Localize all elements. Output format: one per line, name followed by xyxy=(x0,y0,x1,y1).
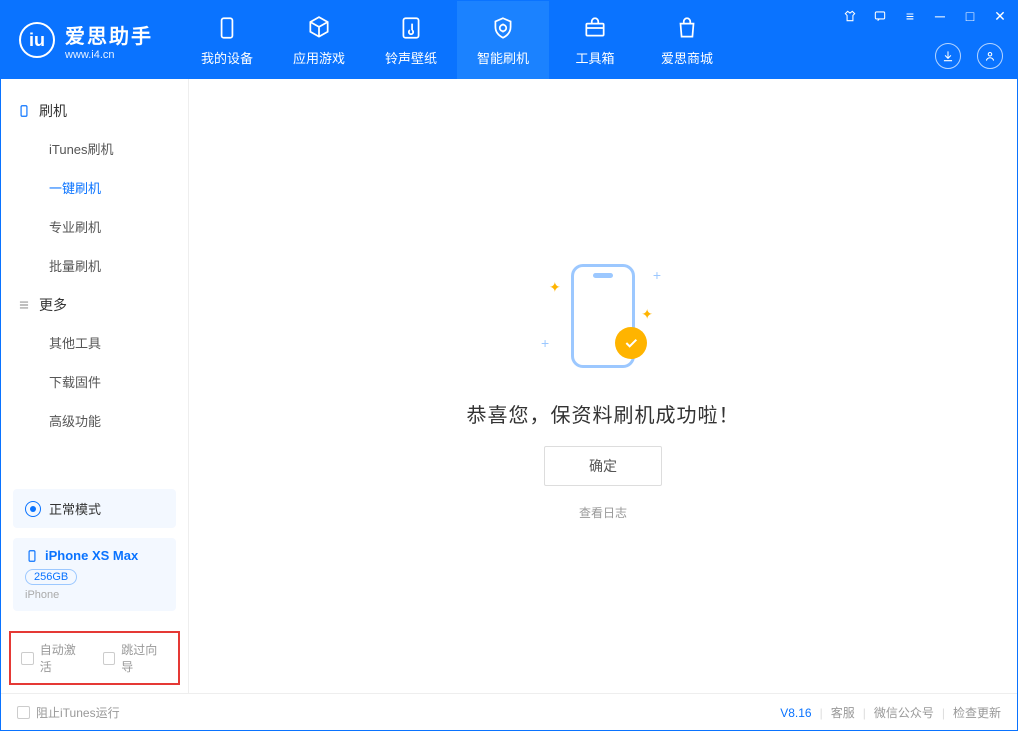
sparkle-icon: + xyxy=(541,335,549,351)
device-icon xyxy=(17,104,31,118)
sidebar-item-advanced[interactable]: 高级功能 xyxy=(1,401,188,440)
window-controls: ≡ ─ □ ✕ xyxy=(841,7,1009,25)
checkbox-skip-guide[interactable]: 跳过向导 xyxy=(103,641,169,675)
sidebar: 刷机 iTunes刷机 一键刷机 专业刷机 批量刷机 更多 其他工具 下载固件 … xyxy=(1,79,189,693)
sidebar-item-download-firmware[interactable]: 下载固件 xyxy=(1,362,188,401)
feedback-icon[interactable] xyxy=(871,7,889,25)
phone-small-icon xyxy=(25,549,39,563)
customer-service-link[interactable]: 客服 xyxy=(831,704,855,721)
checkbox-highlight-row: 自动激活 跳过向导 xyxy=(9,631,180,685)
toolbox-icon xyxy=(581,14,609,42)
cube-icon xyxy=(305,14,333,42)
tab-store[interactable]: 爱思商城 xyxy=(641,1,733,79)
main-content: ✦ + + ✦ 恭喜您，保资料刷机成功啦！ 确定 查看日志 xyxy=(189,79,1017,693)
sidebar-section-more: 更多 xyxy=(1,285,188,323)
sidebar-item-batch-flash[interactable]: 批量刷机 xyxy=(1,246,188,285)
logo-area: iu 爱思助手 www.i4.cn xyxy=(1,1,171,79)
user-icon[interactable] xyxy=(977,43,1003,69)
music-note-icon xyxy=(397,14,425,42)
tab-my-device[interactable]: 我的设备 xyxy=(181,1,273,79)
download-icon[interactable] xyxy=(935,43,961,69)
sidebar-item-oneclick-flash[interactable]: 一键刷机 xyxy=(1,168,188,207)
wechat-link[interactable]: 微信公众号 xyxy=(874,704,934,721)
sidebar-item-itunes-flash[interactable]: iTunes刷机 xyxy=(1,129,188,168)
sparkle-icon: ✦ xyxy=(549,279,561,296)
sparkle-icon: + xyxy=(653,267,661,283)
tab-apps-games[interactable]: 应用游戏 xyxy=(273,1,365,79)
shirt-icon[interactable] xyxy=(841,7,859,25)
sparkle-icon: ✦ xyxy=(641,306,653,323)
refresh-shield-icon xyxy=(489,14,517,42)
header-right-icons xyxy=(935,43,1003,69)
checkbox-block-itunes[interactable]: 阻止iTunes运行 xyxy=(17,704,120,721)
nav-tabs: 我的设备 应用游戏 铃声壁纸 智能刷机 工具箱 爱思商城 xyxy=(181,1,733,79)
app-url: www.i4.cn xyxy=(65,49,153,61)
sidebar-section-flash: 刷机 xyxy=(1,91,188,129)
checkbox-auto-activate[interactable]: 自动激活 xyxy=(21,641,87,675)
maximize-icon[interactable]: □ xyxy=(961,7,979,25)
tab-toolbox[interactable]: 工具箱 xyxy=(549,1,641,79)
view-log-link[interactable]: 查看日志 xyxy=(579,504,627,521)
tab-ringtone[interactable]: 铃声壁纸 xyxy=(365,1,457,79)
tab-smart-flash[interactable]: 智能刷机 xyxy=(457,1,549,79)
checkbox-icon xyxy=(103,652,116,665)
sidebar-item-other-tools[interactable]: 其他工具 xyxy=(1,323,188,362)
success-check-icon xyxy=(615,327,647,359)
app-header: iu 爱思助手 www.i4.cn 我的设备 应用游戏 铃声壁纸 智能刷机 工具… xyxy=(1,1,1017,79)
check-update-link[interactable]: 检查更新 xyxy=(953,704,1001,721)
version-label: V8.16 xyxy=(780,706,811,720)
device-info-box[interactable]: iPhone XS Max 256GB iPhone xyxy=(13,538,176,611)
checkbox-icon xyxy=(21,652,34,665)
checkbox-icon xyxy=(17,706,30,719)
list-icon xyxy=(17,298,31,312)
success-illustration: ✦ + + ✦ xyxy=(523,251,683,381)
sidebar-item-pro-flash[interactable]: 专业刷机 xyxy=(1,207,188,246)
app-name: 爱思助手 xyxy=(65,20,153,49)
close-icon[interactable]: ✕ xyxy=(991,7,1009,25)
mode-icon xyxy=(25,501,41,517)
minimize-icon[interactable]: ─ xyxy=(931,7,949,25)
success-message: 恭喜您，保资料刷机成功啦！ xyxy=(467,399,740,428)
logo-icon: iu xyxy=(19,22,55,58)
ok-button[interactable]: 确定 xyxy=(544,446,662,486)
device-mode-box[interactable]: 正常模式 xyxy=(13,489,176,528)
footer: 阻止iTunes运行 V8.16 | 客服 | 微信公众号 | 检查更新 xyxy=(1,693,1017,731)
shopping-bag-icon xyxy=(673,14,701,42)
menu-icon[interactable]: ≡ xyxy=(901,7,919,25)
phone-icon xyxy=(213,14,241,42)
